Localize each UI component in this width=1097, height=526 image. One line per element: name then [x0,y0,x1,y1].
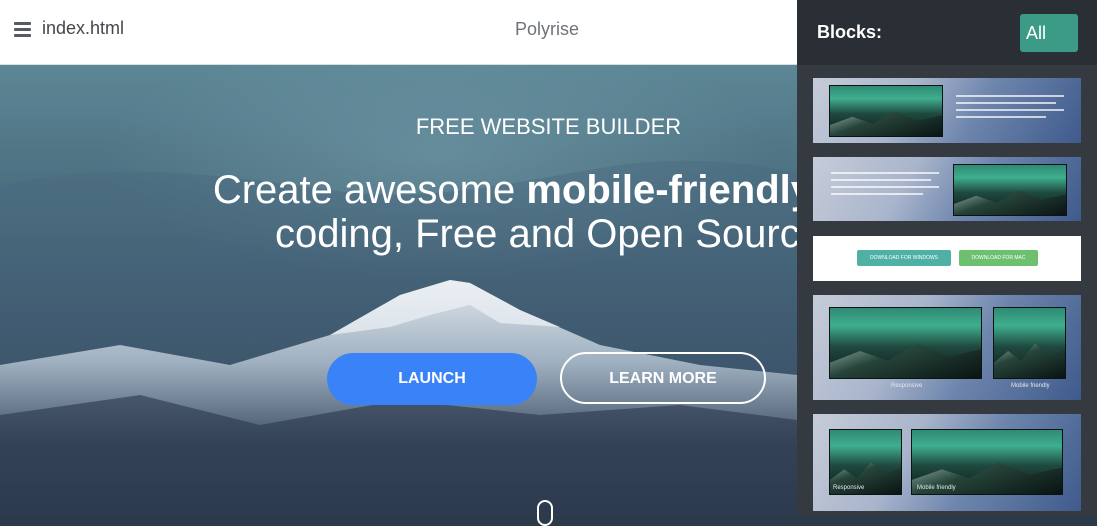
text-line [831,193,923,195]
block-thumbnail-1[interactable] [813,78,1081,143]
text-line [956,116,1046,118]
site-name: Polyrise [515,19,580,39]
block-thumbnail-3[interactable]: DOWNLOAD FOR WINDOWS DOWNLOAD FOR MAC [813,236,1081,281]
block-thumbnail-5[interactable]: Responsive Mobile friendly [813,414,1081,511]
headline-part-1: Create awesome [212,168,527,212]
text-line [956,102,1056,104]
hamburger-menu-icon[interactable] [14,19,34,41]
thumbnail-image [829,85,943,137]
file-name: index.html [42,18,125,38]
blocks-filter-select[interactable]: All [1020,14,1078,52]
text-line [831,172,939,174]
text-line [831,179,931,181]
blocks-title: Blocks: [817,22,883,42]
text-line [956,95,1064,97]
thumbnail-image [993,307,1066,379]
block-thumbnail-4[interactable]: Responsive Mobile friendly [813,295,1081,400]
launch-button[interactable]: LAUNCH [327,353,537,405]
download-windows-button: DOWNLOAD FOR WINDOWS [857,250,951,266]
caption-responsive: Responsive [833,485,865,491]
blocks-panel: Blocks: All DOWNLOAD FOR WINDOWS DOWNLOA… [797,0,1097,516]
scroll-down-icon[interactable] [537,500,553,526]
caption-responsive: Responsive [891,383,923,389]
headline-line-2: coding, Free and Open Source [274,212,822,256]
thumbnail-image [953,164,1067,216]
text-line [831,186,939,188]
blocks-panel-header: Blocks: All [797,0,1097,65]
headline-bold: mobile-friendly [526,168,814,212]
thumbnail-image [829,307,982,379]
block-thumbnail-2[interactable] [813,157,1081,221]
top-bar: index.html Polyrise [0,0,797,65]
text-line [956,109,1064,111]
caption-mobile-friendly: Mobile friendly [917,485,956,491]
download-mac-button: DOWNLOAD FOR MAC [959,250,1038,266]
caption-mobile-friendly: Mobile friendly [1011,383,1050,389]
learn-more-button[interactable]: LEARN MORE [560,352,766,404]
